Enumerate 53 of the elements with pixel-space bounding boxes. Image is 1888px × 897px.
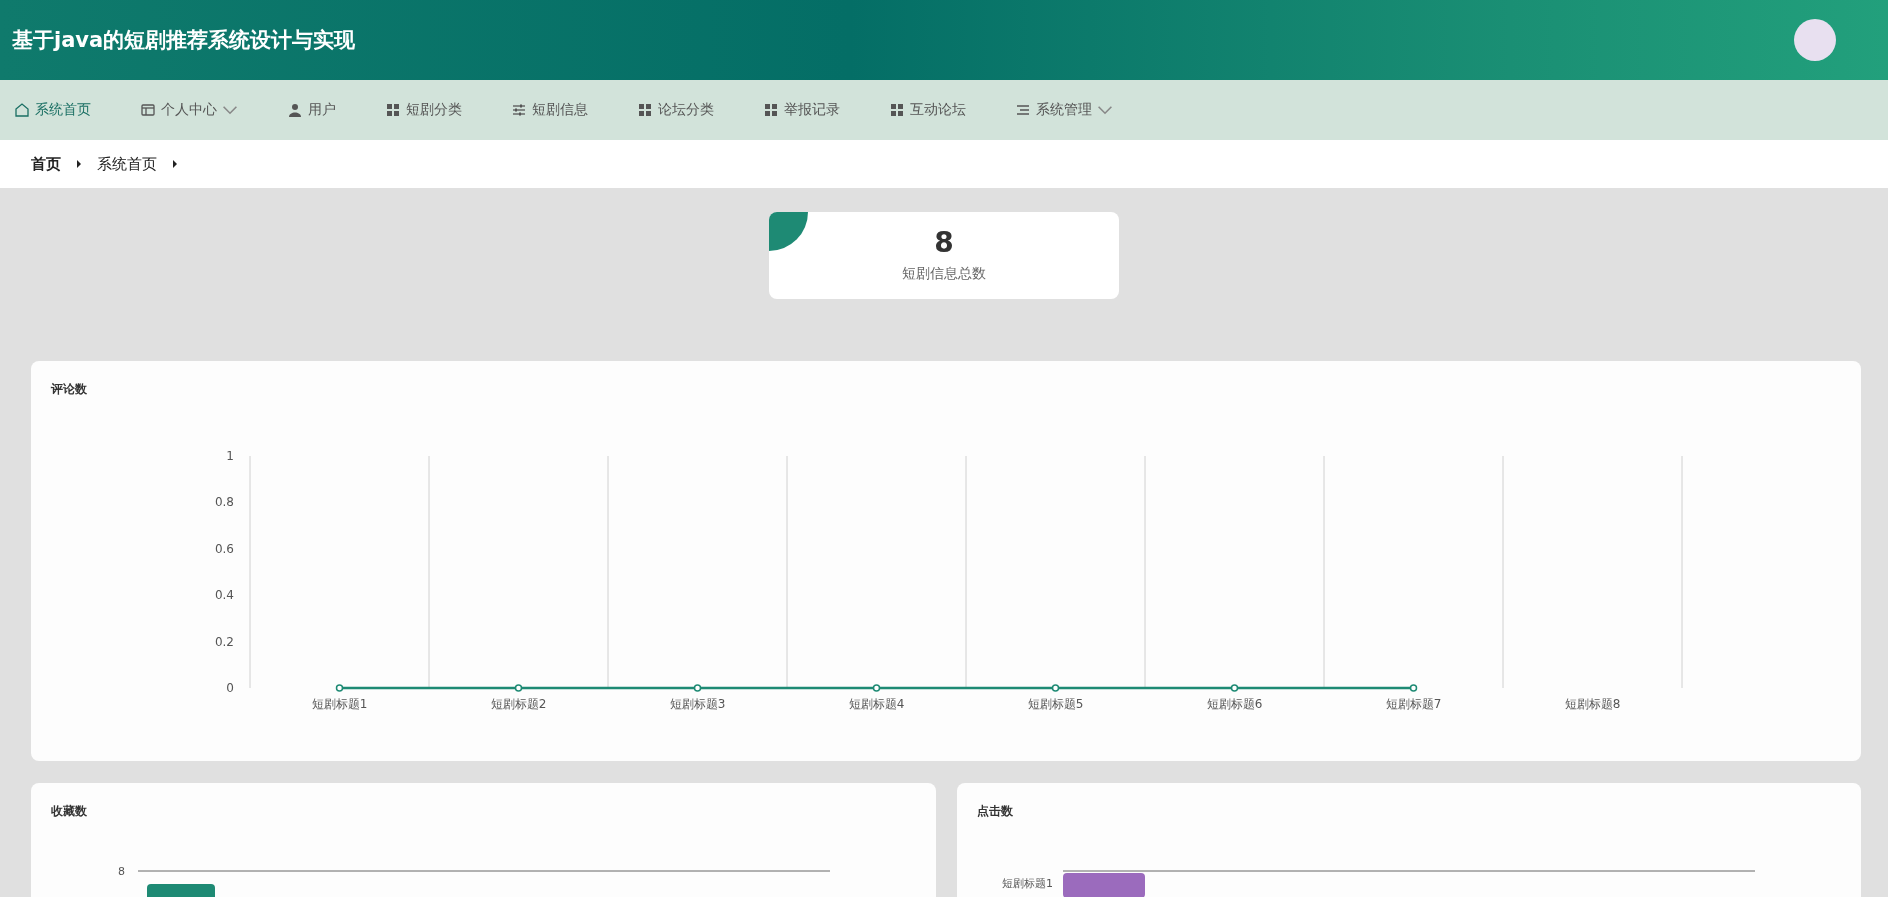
person-icon [287, 102, 303, 118]
data-point [872, 684, 881, 692]
list-icon [1015, 102, 1031, 118]
nav-tab[interactable]: 互动论坛 [889, 101, 966, 119]
bar [147, 884, 215, 897]
avatar[interactable] [1794, 19, 1836, 61]
grid-icon [637, 102, 653, 118]
panel-title: 评论数 [51, 381, 88, 398]
grid-icon [385, 102, 401, 118]
axis-label: 短剧标题4 [848, 697, 905, 711]
breadcrumb-link[interactable]: 系统首页 [97, 154, 157, 174]
nav-tab[interactable]: 系统首页 [14, 101, 91, 119]
panel-title: 收藏数 [51, 803, 88, 820]
axis-label: 短剧标题7 [1385, 697, 1442, 711]
sliders-icon [511, 102, 527, 118]
axis-label: 0.8 [214, 495, 234, 510]
axis-label: 8 [118, 865, 125, 878]
nav-tab[interactable]: 用户 [287, 101, 336, 119]
stat-value: 8 [934, 228, 954, 257]
axis-label: 短剧标题1 [311, 697, 368, 711]
nav-tab[interactable]: 个人中心 [140, 101, 238, 119]
stat-label: 短剧信息总数 [902, 264, 986, 283]
data-point [693, 684, 702, 692]
panel-title: 点击数 [976, 803, 1014, 820]
data-point [1230, 684, 1239, 692]
data-point [1409, 684, 1418, 692]
axis-label: 0.4 [214, 588, 234, 603]
nav-tab[interactable]: 论坛分类 [637, 101, 714, 119]
axis-label: 1 [226, 449, 234, 463]
window-icon [140, 102, 156, 118]
axis-label: 短剧标题2 [490, 697, 547, 711]
axis-label: 短剧标题8 [1564, 697, 1621, 711]
data-point [1051, 684, 1060, 692]
grid-icon [763, 102, 779, 118]
nav-tab[interactable]: 短剧信息 [511, 101, 588, 119]
axis-label: 0.2 [214, 634, 234, 649]
app-title: 基于java的短剧推荐系统设计与实现 [12, 27, 356, 54]
home-icon [14, 102, 30, 118]
axis-label: 0.6 [214, 541, 234, 556]
data-point [335, 684, 344, 692]
axis-label: 短剧标题5 [1027, 697, 1084, 711]
axis-label: 短剧标题6 [1206, 697, 1263, 711]
grid-icon [889, 102, 905, 118]
axis-label: 短剧标题3 [669, 697, 726, 711]
breadcrumb-link[interactable]: 首页 [31, 154, 61, 174]
chevron-icon [75, 159, 83, 169]
chevron-icon [171, 159, 179, 169]
nav-tab[interactable]: 系统管理 [1015, 101, 1113, 119]
axis-label: 短剧标题1 [1001, 877, 1053, 890]
nav-tab[interactable]: 短剧分类 [385, 101, 462, 119]
nav-tab[interactable]: 举报记录 [763, 101, 840, 119]
data-point [514, 684, 523, 692]
axis-label: 0 [226, 681, 234, 695]
